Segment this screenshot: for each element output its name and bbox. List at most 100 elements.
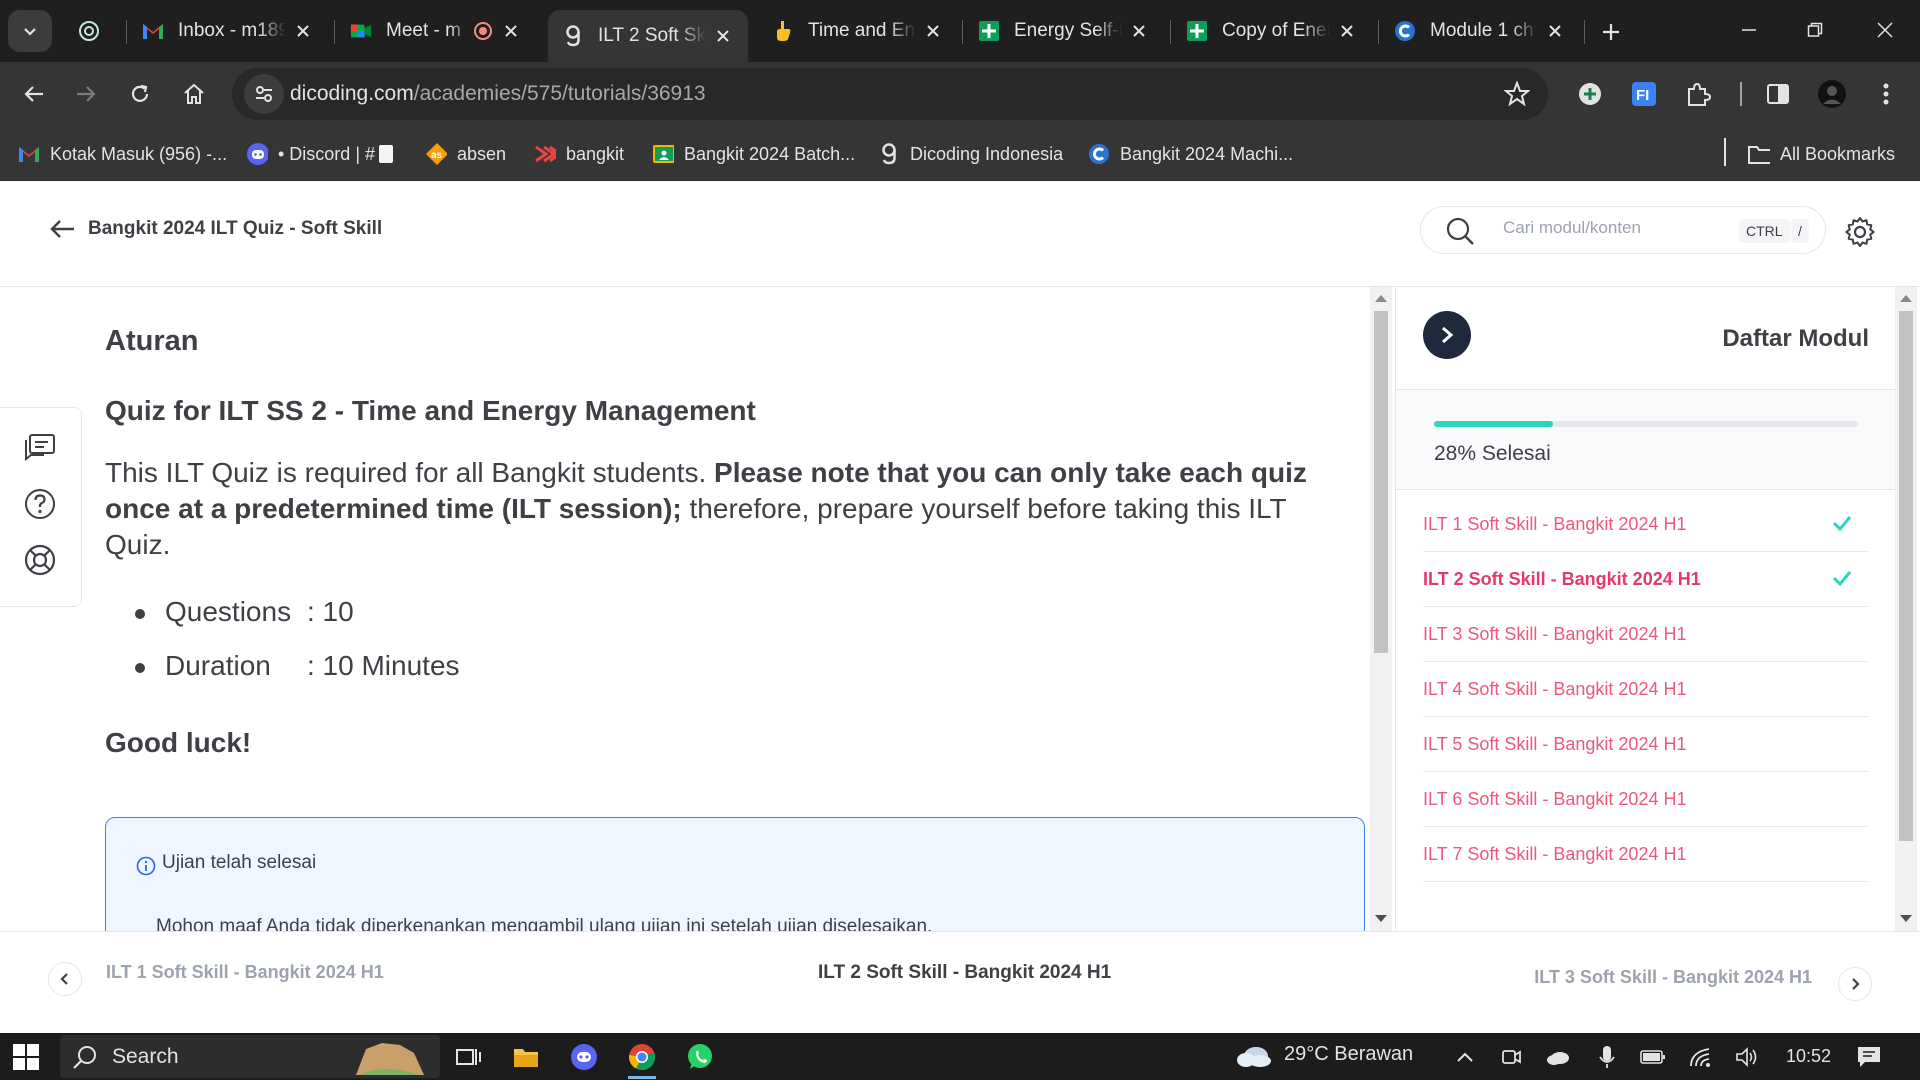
back-button[interactable] — [14, 74, 54, 114]
sidebar-scrollbar[interactable] — [1895, 287, 1917, 931]
browser-tab-module1[interactable]: Module 1 ch — [1380, 10, 1580, 52]
scroll-up-arrow[interactable] — [1375, 295, 1387, 302]
site-info-icon[interactable] — [244, 74, 284, 114]
profile-avatar[interactable] — [1814, 76, 1850, 112]
current-module-title: ILT 2 Soft Skill - Bangkit 2024 H1 — [818, 962, 1112, 983]
forward-button[interactable] — [66, 74, 106, 114]
svg-text:FI: FI — [1636, 87, 1649, 104]
previous-button[interactable] — [48, 962, 82, 996]
search-input[interactable] — [1503, 218, 1723, 238]
sidebar-module-item[interactable]: ILT 2 Soft Skill - Bangkit 2024 H1 — [1423, 552, 1868, 607]
close-tab-icon[interactable] — [1336, 20, 1358, 42]
help-button[interactable] — [20, 484, 60, 524]
url-text[interactable]: dicoding.com/academies/575/tutorials/369… — [290, 82, 706, 106]
bookmark-absen[interactable]: as absen — [425, 140, 506, 168]
bookmark-discord[interactable]: • Discord | # — [246, 140, 394, 168]
close-window-button[interactable] — [1860, 10, 1910, 50]
browser-tab-chatgpt[interactable] — [64, 10, 124, 52]
extensions-puzzle-icon[interactable] — [1680, 76, 1716, 112]
sidebar-module-item[interactable]: ILT 3 Soft Skill - Bangkit 2024 H1 — [1423, 607, 1868, 662]
sidebar-module-item[interactable]: ILT 5 Soft Skill - Bangkit 2024 H1 — [1423, 717, 1868, 772]
whatsapp-app-icon[interactable] — [680, 1039, 720, 1075]
sidebar-module-item[interactable]: ILT 7 Soft Skill - Bangkit 2024 H1 — [1423, 827, 1868, 882]
tutorial-content: Aturan Quiz for ILT SS 2 - Time and Ener… — [0, 287, 1370, 931]
content-scrollbar[interactable] — [1370, 287, 1392, 931]
tab-title: Time and Energy — [808, 20, 916, 41]
gmail-icon — [142, 20, 164, 42]
sidebar-module-item[interactable]: ILT 6 Soft Skill - Bangkit 2024 H1 — [1423, 772, 1868, 827]
browser-tab-time-energy[interactable]: Time and Energy — [758, 10, 958, 52]
back-to-course-link[interactable]: Bangkit 2024 ILT Quiz - Soft Skill — [50, 218, 382, 240]
bookmark-bangkit[interactable]: bangkit — [534, 140, 624, 168]
sidebar-module-item[interactable]: ILT 1 Soft Skill - Bangkit 2024 H1 — [1423, 497, 1868, 552]
bookmark-bangkit-machine[interactable]: Bangkit 2024 Machi... — [1088, 140, 1293, 168]
sidebar-toggle-button[interactable] — [1423, 311, 1471, 359]
battery-icon[interactable] — [1640, 1045, 1666, 1069]
close-tab-icon[interactable] — [1128, 20, 1150, 42]
address-bar[interactable]: dicoding.com/academies/575/tutorials/369… — [232, 68, 1548, 120]
detail-label: Duration — [165, 650, 271, 681]
chevron-up-icon[interactable] — [1452, 1045, 1478, 1069]
chrome-app-icon[interactable] — [622, 1039, 662, 1079]
module-search[interactable]: CTRL / — [1420, 206, 1826, 254]
scroll-up-arrow[interactable] — [1900, 295, 1912, 302]
scrollbar-thumb[interactable] — [1374, 311, 1388, 653]
discussion-button[interactable] — [20, 428, 60, 468]
chrome-menu-icon[interactable] — [1868, 76, 1904, 112]
close-tab-icon[interactable] — [292, 20, 314, 42]
minimize-button[interactable] — [1724, 10, 1774, 50]
next-button[interactable] — [1838, 967, 1872, 1001]
classroom-icon — [652, 143, 674, 165]
tab-search-button[interactable] — [8, 10, 52, 52]
browser-tab-active-dicoding[interactable]: ILT 2 Soft Skill — [548, 10, 748, 62]
weather-widget[interactable]: 29°C Berawan — [1236, 1043, 1413, 1067]
task-view-icon[interactable] — [448, 1039, 488, 1075]
restore-button[interactable] — [1790, 10, 1840, 50]
support-button[interactable] — [20, 540, 60, 580]
wifi-icon[interactable] — [1688, 1045, 1714, 1069]
all-bookmarks-button[interactable]: All Bookmarks — [1748, 140, 1895, 168]
next-module-link[interactable]: ILT 3 Soft Skill - Bangkit 2024 H1 — [1534, 967, 1812, 988]
extension-plus-icon[interactable] — [1572, 76, 1608, 112]
browser-tab-copy-energy[interactable]: Copy of Energy — [1172, 10, 1372, 52]
browser-tab-gmail[interactable]: Inbox - m1899 — [128, 10, 328, 52]
discord-app-icon[interactable] — [564, 1039, 604, 1075]
file-explorer-icon[interactable] — [506, 1039, 546, 1075]
onedrive-icon[interactable] — [1546, 1045, 1572, 1069]
clock-time[interactable]: 10:52 — [1786, 1046, 1831, 1067]
browser-tab-energy-self[interactable]: Energy Self-F — [964, 10, 1164, 52]
windows-start-button[interactable] — [12, 1043, 40, 1071]
browser-tab-meet[interactable]: Meet - m — [336, 10, 536, 52]
close-tab-icon[interactable] — [712, 25, 734, 47]
close-tab-icon[interactable] — [1544, 20, 1566, 42]
microphone-icon[interactable] — [1594, 1045, 1620, 1069]
module-label: ILT 2 Soft Skill - Bangkit 2024 H1 — [1423, 569, 1701, 589]
bookmark-kotak-masuk[interactable]: Kotak Masuk (956) -... — [18, 140, 227, 168]
close-tab-icon[interactable] — [500, 20, 522, 42]
bookmark-bangkit-batch[interactable]: Bangkit 2024 Batch... — [652, 140, 855, 168]
quiz-details-list: Questions: 10 Duration: 10 Minutes — [135, 597, 460, 705]
section-heading: Aturan — [105, 325, 199, 357]
new-tab-button[interactable] — [1594, 15, 1628, 49]
previous-module-link[interactable]: ILT 1 Soft Skill - Bangkit 2024 H1 — [106, 962, 384, 983]
settings-button[interactable] — [1840, 212, 1880, 252]
camera-tray-icon[interactable] — [1498, 1045, 1524, 1069]
extension-fi-icon[interactable]: FI — [1626, 76, 1662, 112]
close-tab-icon[interactable] — [922, 20, 944, 42]
home-button[interactable] — [174, 74, 214, 114]
sidebar-module-item[interactable]: ILT 4 Soft Skill - Bangkit 2024 H1 — [1423, 662, 1868, 717]
tab-divider — [1584, 20, 1585, 44]
reload-button[interactable] — [120, 74, 160, 114]
scroll-down-arrow[interactable] — [1900, 915, 1912, 922]
volume-icon[interactable] — [1734, 1045, 1760, 1069]
notifications-icon[interactable] — [1856, 1045, 1882, 1069]
taskbar-search[interactable]: Search — [60, 1035, 440, 1078]
bookmark-dicoding[interactable]: Dicoding Indonesia — [878, 140, 1063, 168]
bookmark-label: Dicoding Indonesia — [910, 143, 1064, 164]
checkmark-icon — [1832, 515, 1852, 536]
side-panel-icon[interactable] — [1760, 76, 1796, 112]
scrollbar-thumb[interactable] — [1899, 311, 1913, 841]
bookmark-star-icon[interactable] — [1503, 80, 1531, 112]
scroll-down-arrow[interactable] — [1375, 915, 1387, 922]
intro-text: This ILT Quiz is required for all Bangki… — [105, 457, 715, 488]
